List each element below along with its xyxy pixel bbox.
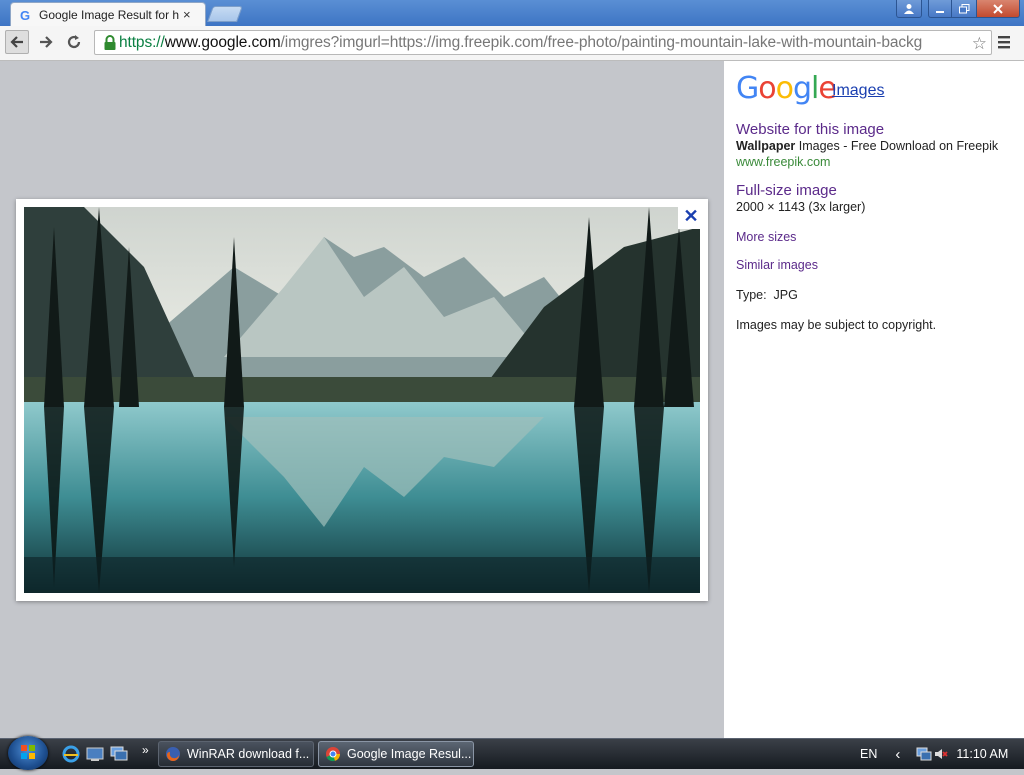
image-frame [16,199,708,601]
mountain-lake-photo[interactable] [24,207,700,593]
bookmark-star-icon[interactable]: ☆ [972,34,987,54]
tab-title: Google Image Result for h [39,7,179,22]
close-window-button[interactable] [976,0,1020,18]
site-title-bold: Wallpaper [736,139,796,153]
svg-text:G: G [20,8,30,22]
close-icon [993,3,1003,14]
google-images-link[interactable]: Images [832,82,884,100]
close-preview-button[interactable]: ✕ [678,203,704,229]
back-button[interactable] [5,30,29,54]
user-icon [904,4,914,14]
image-info-sidebar: Google Images Website for this image Wal… [724,61,1024,738]
google-favicon-icon: G [20,8,30,22]
logo-letter: g [792,71,812,106]
forward-button[interactable] [34,30,58,54]
restore-button[interactable] [951,0,977,18]
logo-letter: G [736,71,759,106]
site-title-rest: Images - Free Download on Freepik [795,139,999,153]
page-viewport: ✕ Google Images Website for this image W… [0,61,1024,738]
lock-icon [104,34,116,50]
clock[interactable]: 11:10 AM [956,747,1008,761]
new-tab-button[interactable] [207,6,243,22]
system-tray: EN ‹ 11:10 AM [860,739,1008,769]
mountain-lake-painting-image [24,207,700,593]
firefox-icon [166,747,180,761]
tab-close-button[interactable]: × [183,7,191,22]
show-hidden-icons-button[interactable]: ‹ [895,746,900,763]
taskbar-item-chrome[interactable]: Google Image Resul... [318,741,474,767]
windows-taskbar: » WinRAR download f... Google Image Resu… [0,736,1024,770]
logo-letter: o [758,71,776,106]
full-size-image-link[interactable]: Full-size image [736,182,837,199]
image-type: Type: JPG [736,288,798,302]
network-icon[interactable] [916,747,932,761]
url-text[interactable]: https://www.google.com/imgres?imgurl=htt… [119,34,959,52]
site-title: Wallpaper Images - Free Download on Free… [736,139,998,153]
restore-icon [958,3,969,13]
start-button[interactable] [8,736,48,770]
logo-letter: o [775,71,794,106]
type-value: JPG [773,288,798,302]
language-indicator[interactable]: EN [860,747,877,761]
switch-windows-icon[interactable] [110,745,128,763]
internet-explorer-icon[interactable] [62,745,80,763]
chrome-menu-button[interactable] [996,34,1012,50]
tab-google-image-result[interactable]: G Google Image Result for h × [10,2,206,26]
browser-toolbar: https://www.google.com/imgres?imgurl=htt… [0,26,1024,61]
volume-muted-icon[interactable] [934,747,949,761]
copyright-notice: Images may be subject to copyright. [736,318,937,332]
google-logo[interactable]: Google [736,71,837,106]
url-host: www.google.com [164,33,281,51]
user-profile-button[interactable] [896,0,922,18]
similar-images-link[interactable]: Similar images [736,258,818,272]
windows-logo-icon [21,745,35,759]
minimize-button[interactable] [928,0,952,18]
chrome-icon [326,747,341,762]
more-sizes-link[interactable]: More sizes [736,230,796,244]
image-preview-area: ✕ [0,61,724,738]
website-for-image-link[interactable]: Website for this image [736,121,884,138]
taskbar-item-firefox[interactable]: WinRAR download f... [158,741,314,767]
quicklaunch-more-button[interactable]: » [142,743,149,757]
address-bar[interactable]: https://www.google.com/imgres?imgurl=htt… [94,30,992,55]
image-dimensions: 2000 × 1143 (3x larger) [736,200,866,214]
type-label: Type: [736,288,767,302]
arrow-right-icon [40,36,53,48]
reload-button[interactable] [62,30,86,54]
show-desktop-icon[interactable] [86,745,104,763]
url-scheme: https:// [119,33,165,51]
taskbar-item-label: Google Image Resul... [347,747,472,761]
arrow-left-icon [10,36,23,48]
taskbar-item-label: WinRAR download f... [187,747,310,761]
hamburger-menu-icon [998,36,1010,49]
reload-icon [67,35,81,49]
url-path: /imgres?imgurl=https://img.freepik.com/f… [280,33,923,51]
minimize-icon [936,10,944,13]
title-bar: G Google Image Result for h × [0,0,1024,26]
site-url: www.freepik.com [736,155,831,169]
